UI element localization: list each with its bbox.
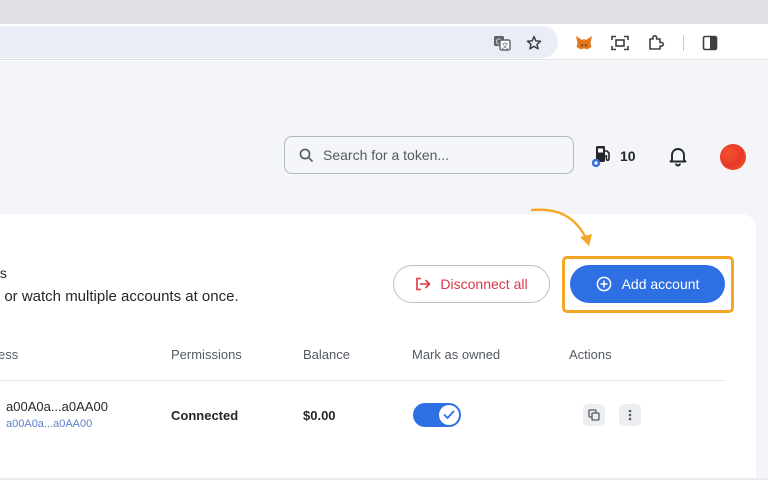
app-header: 10 xyxy=(0,100,768,212)
gas-pump-icon xyxy=(591,146,610,168)
add-account-button[interactable]: Add account xyxy=(570,265,725,303)
mark-as-owned-toggle[interactable] xyxy=(413,403,461,427)
gas-indicator[interactable]: 10 xyxy=(590,144,636,168)
account-address: a00A0a...a0AA00 xyxy=(6,399,108,414)
search-icon xyxy=(299,148,313,162)
browser-tab-strip xyxy=(0,0,768,24)
col-header-address: ess xyxy=(0,347,19,362)
metamask-fox-icon[interactable] xyxy=(575,34,593,52)
check-icon xyxy=(443,410,455,419)
star-icon[interactable] xyxy=(525,34,543,52)
tutorial-arrow xyxy=(530,208,592,246)
account-balance: $0.00 xyxy=(303,408,336,423)
more-options-button[interactable] xyxy=(619,404,641,426)
svg-text:文: 文 xyxy=(502,41,509,50)
browser-toolbar: G文 xyxy=(0,24,768,60)
toggle-knob xyxy=(439,405,459,425)
copy-address-button[interactable] xyxy=(583,404,605,426)
copy-icon xyxy=(588,409,600,421)
card-subtitle: t or watch multiple accounts at once. xyxy=(0,288,239,305)
col-header-balance: Balance xyxy=(303,347,350,362)
permission-status: Connected xyxy=(171,408,239,423)
search-input[interactable] xyxy=(323,147,553,163)
account-address-sub[interactable]: a00A0a...a0AA00 xyxy=(6,418,92,430)
add-account-label: Add account xyxy=(621,276,700,292)
col-header-mark-as-owned: Mark as owned xyxy=(412,347,501,362)
more-vertical-icon xyxy=(628,409,632,421)
plus-circle-icon xyxy=(596,276,611,292)
translate-icon[interactable]: G文 xyxy=(493,34,511,52)
gas-count: 10 xyxy=(620,148,636,164)
screenshot-icon[interactable] xyxy=(611,34,629,52)
accounts-card: ts t or watch multiple accounts at once. xyxy=(0,214,756,480)
toolbar-separator xyxy=(683,35,684,51)
table-divider xyxy=(0,380,724,381)
col-header-permissions: Permissions xyxy=(171,347,242,362)
notifications-bell-icon[interactable] xyxy=(667,145,689,172)
disconnect-all-button[interactable]: Disconnect all xyxy=(393,265,550,303)
token-search[interactable] xyxy=(284,136,574,174)
account-avatar[interactable] xyxy=(720,144,746,170)
disconnect-all-label: Disconnect all xyxy=(440,276,528,292)
logout-icon xyxy=(416,277,431,291)
extensions-icon[interactable] xyxy=(647,34,665,52)
side-panel-icon[interactable] xyxy=(701,34,719,52)
col-header-actions: Actions xyxy=(569,347,612,362)
address-bar[interactable] xyxy=(0,26,558,58)
card-title: ts xyxy=(0,265,7,281)
